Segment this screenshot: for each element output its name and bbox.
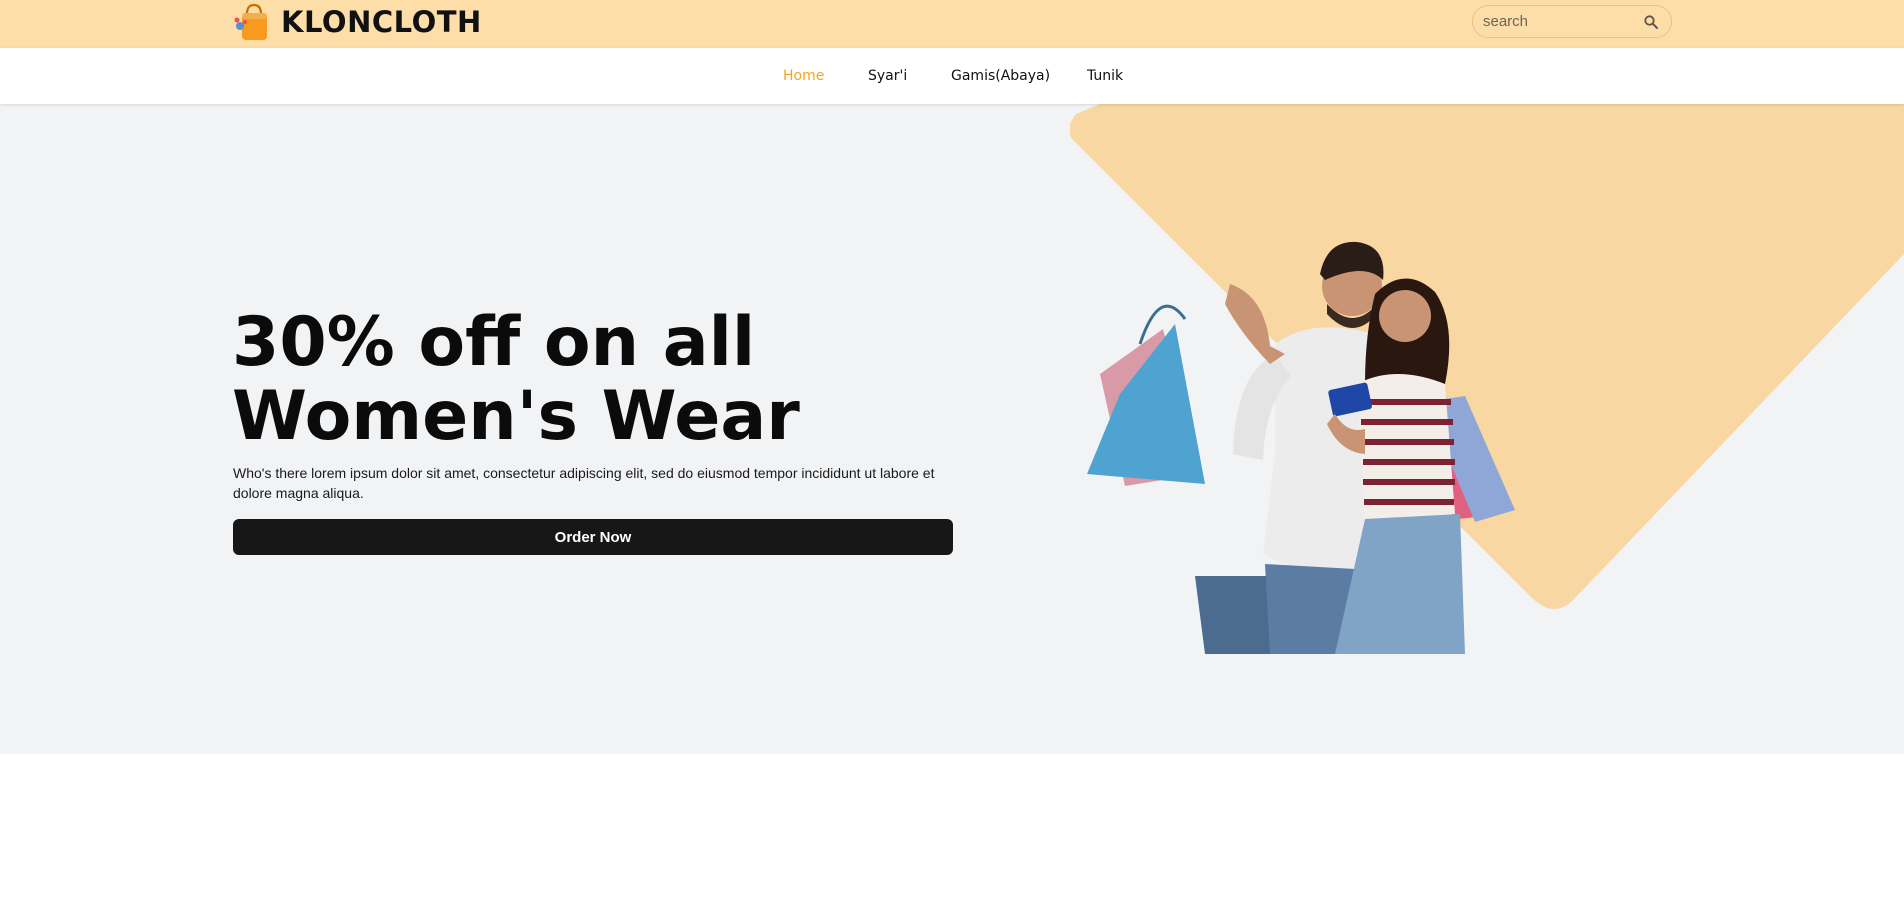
order-now-button[interactable]: Order Now <box>233 519 953 555</box>
logo[interactable]: KLONCLOTH <box>233 2 482 42</box>
search-box[interactable] <box>1472 5 1672 38</box>
couple-with-shopping-bags-image <box>1087 241 1515 654</box>
nav-item-tunik[interactable]: Tunik <box>1087 68 1123 84</box>
nav-item-home[interactable]: Home <box>783 68 824 84</box>
hero-headline-line-2: Women's Wear <box>232 377 800 456</box>
shopping-bag-icon <box>233 2 273 42</box>
nav-item-gamis-abaya[interactable]: Gamis(Abaya) <box>951 68 1050 84</box>
hero-description: Who's there lorem ipsum dolor sit amet, … <box>233 465 935 501</box>
hero-section: 30% off on all Women's Wear Who's there … <box>0 104 1904 754</box>
nav-item-syari[interactable]: Syar'i <box>868 68 907 84</box>
main-nav: Home Syar'i Gamis(Abaya) Tunik <box>0 48 1904 104</box>
hero-headline: 30% off on all Women's Wear <box>232 306 1032 454</box>
search-icon[interactable] <box>1643 14 1659 30</box>
brand-name: KLONCLOTH <box>281 5 482 39</box>
search-input[interactable] <box>1481 12 1645 31</box>
hero-headline-line-1: 30% off on all <box>232 303 756 382</box>
top-bar: KLONCLOTH <box>0 0 1904 48</box>
